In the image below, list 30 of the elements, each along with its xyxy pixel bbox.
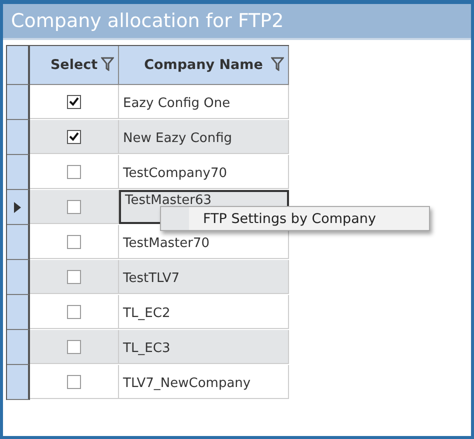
row-header[interactable]	[7, 295, 30, 330]
column-label: Company Name	[144, 57, 263, 73]
filter-icon[interactable]	[271, 57, 284, 71]
table-cell: TLV7_NewCompany	[119, 365, 289, 399]
row-header[interactable]	[7, 190, 30, 225]
checkbox[interactable]	[67, 130, 81, 144]
checkbox[interactable]	[67, 234, 81, 248]
table-cell: TestCompany70	[119, 155, 289, 189]
checkbox[interactable]	[67, 340, 81, 354]
row-header[interactable]	[7, 120, 30, 155]
checkbox[interactable]	[67, 374, 81, 388]
checkbox[interactable]	[67, 304, 81, 318]
column-label: Select	[50, 57, 98, 73]
checkbox[interactable]	[67, 164, 81, 178]
table-cell: New Eazy Config	[119, 120, 289, 154]
row-header[interactable]	[7, 85, 30, 120]
table-cell: TL_EC2	[119, 295, 289, 329]
row-header[interactable]	[7, 225, 30, 260]
checkbox[interactable]	[67, 200, 81, 214]
table-cell: TL_EC3	[119, 330, 289, 364]
checkbox[interactable]	[67, 270, 81, 284]
filter-icon[interactable]	[101, 57, 114, 71]
row-header[interactable]	[7, 330, 30, 365]
table-cell: Eazy Config One	[119, 85, 289, 119]
row-header[interactable]	[7, 260, 30, 295]
table-cell: TestTLV7	[119, 260, 289, 294]
row-header[interactable]	[7, 365, 30, 400]
row-header[interactable]	[7, 155, 30, 190]
checkbox[interactable]	[67, 94, 81, 108]
window-title: Company allocation for FTP2	[3, 4, 471, 40]
